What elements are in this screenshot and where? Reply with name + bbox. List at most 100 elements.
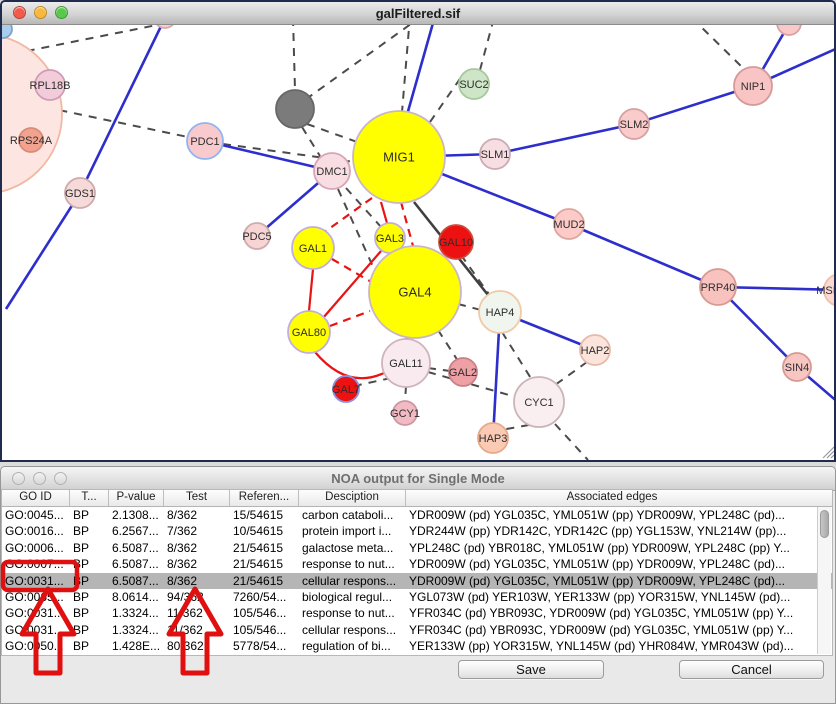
node-label-GAL2: GAL2 [449, 367, 477, 379]
close-button-icon[interactable] [13, 6, 26, 19]
node-label-GDS1: GDS1 [65, 188, 95, 200]
table-row[interactable]: GO:0007...BP6.5087...8/36221/54615respon… [2, 556, 832, 572]
node-label-MSI: MSI [816, 285, 836, 297]
edge-dash[interactable] [302, 127, 320, 156]
node-label-RPS24A: RPS24A [10, 135, 53, 147]
save-button[interactable]: Save [458, 660, 604, 679]
edge-red[interactable] [309, 269, 313, 311]
table-row[interactable]: GO:0006...BP6.5087...8/36221/54615galact… [2, 540, 832, 556]
cell: YDR009W (pd) YGL035C, YML051W (pp) YDR00… [406, 573, 818, 589]
node-label-GAL1: GAL1 [299, 243, 327, 255]
edge-dash[interactable] [428, 368, 450, 371]
table-row[interactable]: GO:0050...BP1.428E...80/3625778/54...reg… [2, 638, 832, 654]
edge-dash[interactable] [402, 16, 410, 112]
cell: carbon cataboli... [299, 507, 406, 523]
edge-reddash[interactable] [332, 259, 373, 283]
table-row[interactable]: GO:0016...BP6.2567...7/36210/54615protei… [2, 523, 832, 539]
cell: GO:0045... [2, 507, 70, 523]
column-header-referen-[interactable]: Referen... [230, 490, 299, 506]
column-header-go-id[interactable]: GO ID [2, 490, 70, 506]
cell: 6.5087... [109, 573, 164, 589]
cell: galactose meta... [299, 540, 406, 556]
cell: BP [70, 638, 109, 654]
node-big-left[interactable] [2, 34, 62, 194]
edge-reddash[interactable] [330, 311, 370, 326]
node-label-DMC1: DMC1 [316, 166, 347, 178]
cell: cellular respons... [299, 573, 406, 589]
traffic-lights [13, 6, 68, 19]
edge-dash[interactable] [555, 362, 587, 385]
edge-dash[interactable] [438, 330, 458, 361]
table-row[interactable]: GO:0031...BP1.3324...11/362105/546...cel… [2, 622, 832, 638]
close-button-icon[interactable] [12, 472, 25, 485]
edge-dash[interactable] [502, 332, 532, 380]
edge-red[interactable] [315, 352, 384, 378]
node-label-SUC2: SUC2 [459, 79, 488, 91]
cell: 8/362 [164, 556, 230, 572]
noa-traffic-lights [12, 472, 67, 485]
cell: YDR244W (pp) YDR142C, YDR142C (pp) YGL15… [406, 523, 818, 539]
node-label-HAP4: HAP4 [486, 307, 515, 319]
table-scrollbar[interactable] [817, 507, 831, 654]
table-row[interactable]: GO:0065...BP8.0614...94/3627260/54...bio… [2, 589, 832, 605]
table-row[interactable]: GO:0045...BP2.1308...8/36215/54615carbon… [2, 507, 832, 523]
cell: 2.1308... [109, 507, 164, 523]
column-header-p-value[interactable]: P-value [109, 490, 164, 506]
network-window-title: galFiltered.sif [376, 6, 461, 21]
noa-window-title: NOA output for Single Mode [331, 471, 505, 486]
edge-dash[interactable] [405, 386, 406, 402]
edge-reddash[interactable] [326, 198, 372, 231]
edge-red[interactable] [381, 202, 387, 223]
edge-dash[interactable] [692, 18, 744, 69]
edge-dash[interactable] [309, 16, 422, 97]
cell: 94/362 [164, 589, 230, 605]
edge-blue[interactable] [569, 224, 718, 287]
zoom-button-icon[interactable] [54, 472, 67, 485]
cell: BP [70, 605, 109, 621]
column-header-test[interactable]: Test [164, 490, 230, 506]
network-canvas[interactable]: RPL18BRPS24AGDS1PDC1PDC5DMC1MIG1SUC2SLM1… [2, 2, 836, 462]
edge-blue[interactable] [80, 18, 165, 193]
node-label-HAP3: HAP3 [479, 433, 508, 445]
cell: YGL073W (pd) YER103W, YER133W (pp) YOR31… [406, 589, 818, 605]
minimize-button-icon[interactable] [34, 6, 47, 19]
cell: 5778/54... [230, 638, 299, 654]
node-label-PDC1: PDC1 [190, 136, 219, 148]
table-scrollbar-thumb[interactable] [820, 510, 829, 538]
cell: BP [70, 556, 109, 572]
cell: GO:0006... [2, 540, 70, 556]
cell: YPL248C (pd) YBR018C, YML051W (pp) YDR00… [406, 540, 818, 556]
table-row[interactable]: GO:0031...BP6.5087...8/36221/54615cellul… [2, 573, 832, 589]
cell: GO:0007... [2, 556, 70, 572]
cell: 11/362 [164, 622, 230, 638]
column-header-t-[interactable]: T... [70, 490, 109, 506]
edge-blue[interactable] [495, 124, 634, 154]
edge-dash[interactable] [293, 18, 295, 90]
edge-dash[interactable] [458, 304, 481, 310]
edge-blue[interactable] [6, 193, 80, 309]
cancel-button[interactable]: Cancel [679, 660, 824, 679]
cell: 6.2567... [109, 523, 164, 539]
cell: 8/362 [164, 573, 230, 589]
edge-dash[interactable] [555, 424, 588, 460]
column-header-desciption[interactable]: Desciption [299, 490, 406, 506]
cell: protein import i... [299, 523, 406, 539]
edge-dash[interactable] [307, 124, 357, 142]
cell: YFR034C (pd) YBR093C, YDR009W (pd) YGL03… [406, 605, 818, 621]
column-header-associated-edges[interactable]: Associated edges [406, 490, 818, 506]
edge-dash[interactable] [461, 255, 491, 297]
cell: response to nut... [299, 556, 406, 572]
cell: BP [70, 589, 109, 605]
minimize-button-icon[interactable] [33, 472, 46, 485]
node-label-PRP40: PRP40 [701, 282, 736, 294]
zoom-button-icon[interactable] [55, 6, 68, 19]
edge-dash[interactable] [480, 18, 494, 70]
cell: GO:0031... [2, 622, 70, 638]
node-label-HAP2: HAP2 [581, 345, 610, 357]
cell: 80/362 [164, 638, 230, 654]
cell: 1.3324... [109, 622, 164, 638]
table-row[interactable]: GO:0031...BP1.3324...11/362105/546...res… [2, 605, 832, 621]
node-label-GAL11: GAL11 [389, 358, 422, 370]
node-label-GAL7: GAL7 [332, 384, 360, 396]
node-gray-node[interactable] [276, 90, 314, 128]
